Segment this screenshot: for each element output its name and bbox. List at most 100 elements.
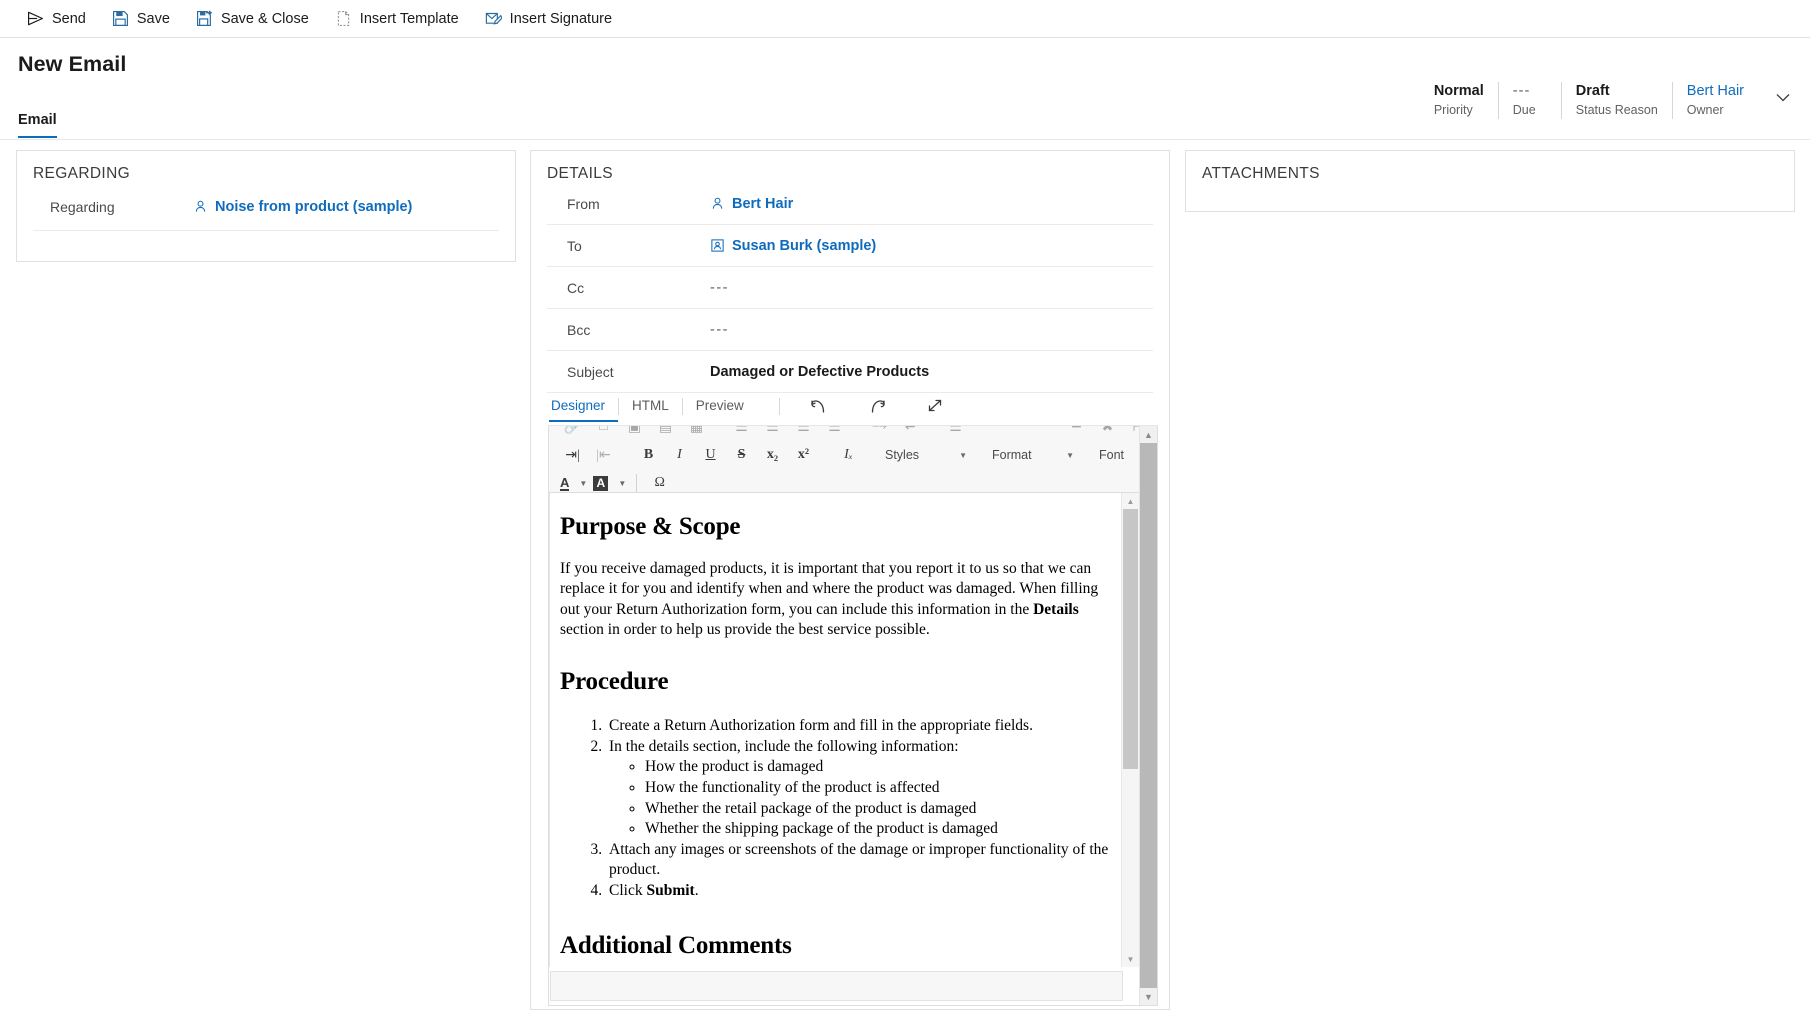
body-heading-purpose: Purpose & Scope (560, 513, 1117, 541)
quote-left-icon[interactable]: “ (985, 426, 1016, 439)
link-icon[interactable]: 🔗 (557, 426, 588, 439)
step4-suffix: . (695, 882, 699, 899)
send-icon (27, 10, 44, 27)
send-label: Send (52, 11, 86, 27)
regarding-value-text: Noise from product (sample) (215, 199, 412, 215)
chevron-down-icon-format: ▼ (1066, 451, 1074, 460)
special-character-icon[interactable]: Ω (644, 471, 675, 493)
tab-email[interactable]: Email (18, 112, 57, 138)
scroll-up-icon[interactable]: ▲ (1122, 493, 1139, 509)
justify-icon[interactable]: ☰ (819, 426, 850, 439)
italic-icon[interactable]: I (664, 443, 695, 467)
save-and-close-button[interactable]: Save & Close (183, 0, 322, 38)
image-icon[interactable]: ▣ (619, 426, 650, 439)
page-title: New Email (18, 52, 1810, 77)
underline-icon[interactable]: U (695, 443, 726, 467)
priority-value[interactable]: Normal (1434, 82, 1484, 100)
format-select-label: Format (992, 448, 1032, 462)
attachments-section-title: ATTACHMENTS (1186, 151, 1794, 183)
format-select[interactable]: Format ▼ (985, 443, 1078, 467)
scroll-down-icon[interactable]: ▼ (1122, 951, 1139, 967)
page-break-icon[interactable]: ⚌ (940, 426, 971, 439)
regarding-value[interactable]: Noise from product (sample) (193, 199, 412, 215)
insert-signature-button[interactable]: Insert Signature (472, 0, 625, 38)
scroll-thumb-outer[interactable] (1140, 443, 1157, 988)
scroll-up-icon-outer[interactable]: ▲ (1140, 426, 1157, 443)
stat-status-reason: Draft Status Reason (1562, 82, 1673, 119)
to-value-text: Susan Burk (sample) (732, 238, 876, 254)
tab-divider-3 (779, 398, 780, 415)
chevron-down-icon[interactable] (1772, 86, 1794, 108)
subscript-icon[interactable]: x₂ (757, 443, 788, 467)
remove-format-icon[interactable]: ✖ (1092, 426, 1123, 439)
rte-toolbar-row-main: ⇥| |⇤ B I U S x₂ x² Iₓ (557, 441, 1131, 469)
rte-toolbar-row-color: A ▼ A ▼ Ω (557, 469, 1131, 493)
editor-outer-scrollbar[interactable]: ▲ ▼ (1139, 426, 1157, 1005)
align-center-icon[interactable]: ☰ (757, 426, 788, 439)
from-label: From (547, 196, 710, 212)
quote-right-icon[interactable]: ” (1016, 426, 1047, 439)
styles-select[interactable]: Styles ▼ (878, 443, 971, 467)
send-button[interactable]: Send (14, 0, 99, 38)
owner-value[interactable]: Bert Hair (1687, 82, 1744, 100)
align-left-icon[interactable]: ☰ (726, 426, 757, 439)
header-status-strip: Normal Priority --- Due Draft Status Rea… (1420, 82, 1794, 119)
list-item: Attach any images or screenshots of the … (606, 840, 1117, 881)
body-heading-procedure: Procedure (560, 668, 1117, 696)
background-color-icon[interactable]: A ▼ (590, 471, 629, 493)
editor-content-scrollbar[interactable]: ▲ ▼ (1121, 493, 1139, 967)
unlink-icon[interactable]: □ (588, 426, 619, 439)
due-value[interactable]: --- (1513, 82, 1547, 100)
body-heading-additional-comments: Additional Comments (560, 932, 1117, 960)
status-reason-label: Status Reason (1576, 101, 1658, 119)
anchor-icon[interactable]: ⤍ (864, 426, 895, 439)
editor-frame: 🔗 □ ▣ ▤ ▦ ☰ ☰ ☰ ☰ ⤍ ↩ (548, 426, 1158, 1006)
expand-button[interactable] (918, 395, 952, 417)
editor-status-strip (550, 971, 1123, 1001)
bcc-value[interactable]: --- (710, 322, 729, 338)
editor-tab-strip: Designer HTML Preview (548, 394, 1158, 426)
increase-indent-icon[interactable]: ⇥| (557, 443, 588, 467)
undo-button[interactable] (802, 395, 836, 417)
cc-value[interactable]: --- (710, 280, 729, 296)
remove-format-icon-2[interactable]: Iₓ (833, 443, 864, 467)
status-reason-value[interactable]: Draft (1576, 82, 1658, 100)
step4-prefix: Click (609, 882, 646, 899)
insert-template-button[interactable]: Insert Template (322, 0, 472, 38)
email-body-document[interactable]: Purpose & Scope If you receive damaged p… (549, 493, 1139, 967)
email-body-content-area[interactable]: Purpose & Scope If you receive damaged p… (549, 493, 1139, 967)
form-body: REGARDING Regarding Noise from product (… (0, 139, 1810, 1021)
redo-icon (867, 397, 887, 415)
tab-designer[interactable]: Designer (549, 398, 618, 422)
to-value[interactable]: Susan Burk (sample) (710, 238, 876, 254)
text-color-icon[interactable]: A ▼ (557, 471, 590, 493)
tab-html[interactable]: HTML (619, 398, 682, 422)
scroll-down-icon-outer[interactable]: ▼ (1140, 988, 1157, 1005)
decrease-indent-icon[interactable]: |⇤ (588, 443, 619, 467)
table-icon[interactable]: ▦ (681, 426, 712, 439)
redo-button[interactable] (860, 395, 894, 417)
list-item: In the details section, include the foll… (606, 737, 1117, 840)
field-to: To Susan Burk (sample) (547, 225, 1153, 267)
details-section: DETAILS From Bert Hair To Susan Burk (sa… (530, 150, 1170, 1010)
body-paragraph-part2: section in order to help us provide the … (560, 621, 930, 638)
save-label: Save (137, 11, 170, 27)
bcc-label: Bcc (547, 322, 710, 338)
field-cc: Cc --- (547, 267, 1153, 309)
list-item-text: In the details section, include the foll… (609, 738, 959, 755)
tab-preview[interactable]: Preview (683, 398, 757, 422)
strikethrough-icon[interactable]: S (726, 443, 757, 467)
subject-value[interactable]: Damaged or Defective Products (710, 364, 929, 380)
align-right-icon[interactable]: ☰ (788, 426, 819, 439)
superscript-icon[interactable]: x² (788, 443, 819, 467)
special-icon[interactable]: ↩ (895, 426, 926, 439)
indent-icon[interactable]: ⊢ (1123, 426, 1139, 439)
from-value[interactable]: Bert Hair (710, 196, 793, 212)
bold-icon[interactable]: B (633, 443, 664, 467)
flash-icon[interactable]: ▤ (650, 426, 681, 439)
save-button[interactable]: Save (99, 0, 183, 38)
font-select[interactable]: Font ▼ (1092, 443, 1139, 467)
editor-inner: 🔗 □ ▣ ▤ ▦ ☰ ☰ ☰ ☰ ⤍ ↩ (549, 426, 1139, 1005)
horizontal-rule-icon[interactable]: ━ (1061, 426, 1092, 439)
scroll-thumb[interactable] (1123, 509, 1138, 769)
